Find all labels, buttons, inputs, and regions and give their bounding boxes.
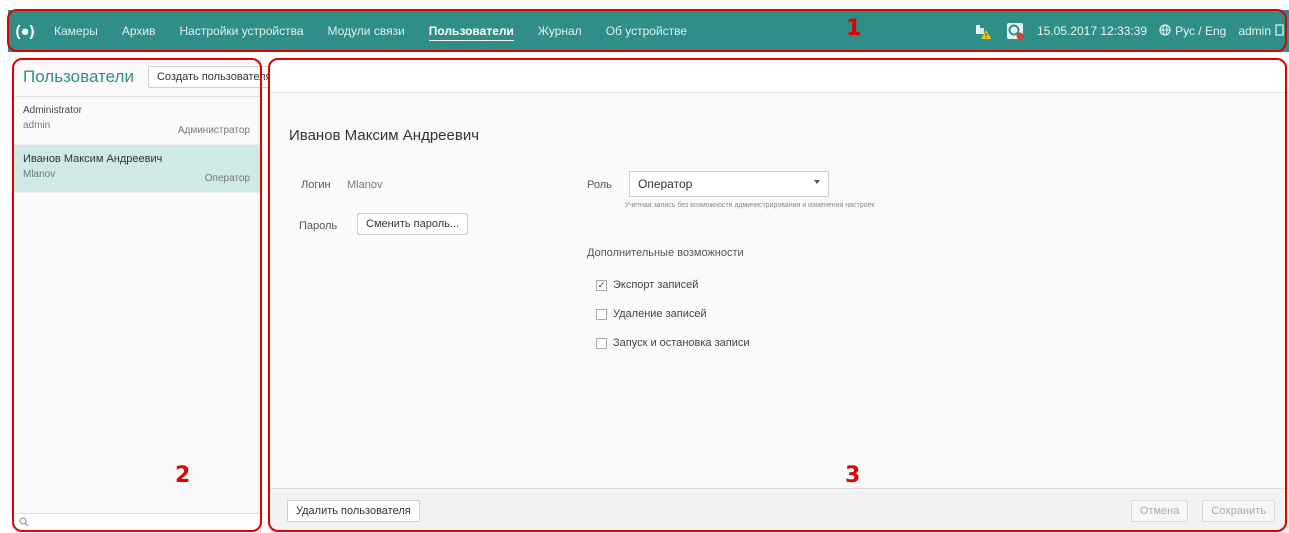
user-form: Иванов Максим Андреевич Логин Mlanov Пар… bbox=[269, 93, 1289, 488]
option-label: Запуск и остановка записи bbox=[613, 337, 750, 349]
nav-item-archive[interactable]: Архив bbox=[110, 10, 168, 52]
details-footer: Удалить пользователя Отмена Сохранить bbox=[269, 488, 1289, 533]
cancel-button[interactable]: Отмена bbox=[1130, 500, 1189, 522]
user-full-name: Иванов Максим Андреевич bbox=[23, 153, 163, 165]
role-label: Роль bbox=[587, 179, 612, 191]
delete-user-button[interactable]: Удалить пользователя bbox=[287, 500, 420, 522]
checkbox-unchecked[interactable] bbox=[596, 308, 607, 320]
users-list-panel: Пользователи Создать пользователя Admini… bbox=[13, 57, 281, 533]
list-item[interactable]: Administrator admin Администратор bbox=[13, 97, 260, 145]
datetime-display: 15.05.2017 12:33:39 bbox=[1036, 24, 1148, 38]
logout-icon[interactable] bbox=[1275, 23, 1285, 39]
annotation-number-2: 2 bbox=[175, 463, 191, 488]
role-description: Учетная запись без возможности администр… bbox=[625, 202, 875, 209]
user-name: admin bbox=[1238, 24, 1271, 38]
create-user-button[interactable]: Создать пользователя bbox=[147, 65, 281, 88]
option-export-records[interactable]: ✓ Экспорт записей bbox=[596, 279, 698, 291]
option-label: Удаление записей bbox=[613, 308, 707, 320]
role-selected-value: Оператор bbox=[638, 177, 693, 191]
checkbox-checked[interactable]: ✓ bbox=[596, 279, 607, 291]
login-label: Логин bbox=[301, 179, 331, 191]
nav-item-about[interactable]: Об устройстве bbox=[594, 10, 699, 52]
user-details-panel: Иванов Максим Андреевич Логин Mlanov Пар… bbox=[269, 57, 1289, 533]
users-list-header: Пользователи Создать пользователя bbox=[13, 57, 281, 97]
nav-item-device-settings[interactable]: Настройки устройства bbox=[168, 10, 316, 52]
login-value: Mlanov bbox=[347, 179, 383, 191]
user-heading: Иванов Максим Андреевич bbox=[289, 127, 480, 144]
option-label: Экспорт записей bbox=[613, 279, 699, 291]
nav-item-comm-modules[interactable]: Модули связи bbox=[316, 10, 417, 52]
footer-actions: Отмена Сохранить bbox=[1130, 500, 1275, 522]
language-switch[interactable]: Рус / Eng bbox=[1159, 23, 1227, 39]
user-role: Администратор bbox=[177, 125, 250, 136]
search-icon bbox=[19, 517, 29, 530]
globe-icon bbox=[1159, 23, 1171, 39]
user-menu[interactable]: admin bbox=[1238, 23, 1285, 39]
user-role: Оператор bbox=[204, 173, 250, 184]
nav-item-users[interactable]: Пользователи bbox=[417, 10, 526, 52]
top-navigation-bar: (●) Камеры Архив Настройки устройства Мо… bbox=[8, 10, 1289, 52]
logo-icon[interactable]: (●) bbox=[8, 10, 42, 52]
password-label: Пароль bbox=[299, 220, 338, 232]
details-toolbar bbox=[269, 57, 1289, 93]
extras-title: Дополнительные возможности bbox=[587, 247, 744, 259]
recording-alert-icon[interactable] bbox=[1005, 21, 1025, 41]
app-window: (●) Камеры Архив Настройки устройства Мо… bbox=[0, 0, 1289, 533]
user-search-input[interactable] bbox=[13, 513, 260, 533]
role-select[interactable]: Оператор bbox=[629, 171, 829, 197]
network-warning-icon[interactable] bbox=[973, 21, 993, 41]
change-password-button[interactable]: Сменить пароль... bbox=[357, 213, 469, 235]
main-nav: Камеры Архив Настройки устройства Модули… bbox=[42, 10, 699, 52]
top-right-area: 15.05.2017 12:33:39 Рус / Eng admin bbox=[973, 10, 1289, 52]
save-button[interactable]: Сохранить bbox=[1202, 500, 1275, 522]
list-item-selected[interactable]: Иванов Максим Андреевич Mlanov Оператор bbox=[13, 145, 260, 193]
annotation-number-1: 1 bbox=[846, 16, 862, 41]
chevron-down-icon bbox=[814, 180, 820, 184]
annotation-number-3: 3 bbox=[845, 463, 861, 488]
checkbox-unchecked[interactable] bbox=[596, 337, 607, 349]
nav-item-cameras[interactable]: Камеры bbox=[42, 10, 110, 52]
option-start-stop-recording[interactable]: Запуск и остановка записи bbox=[596, 337, 750, 349]
page-title: Пользователи bbox=[23, 66, 134, 86]
user-full-name: Administrator bbox=[23, 105, 82, 116]
option-delete-records[interactable]: Удаление записей bbox=[596, 308, 707, 320]
language-label: Рус / Eng bbox=[1175, 24, 1227, 38]
nav-item-journal[interactable]: Журнал bbox=[526, 10, 594, 52]
